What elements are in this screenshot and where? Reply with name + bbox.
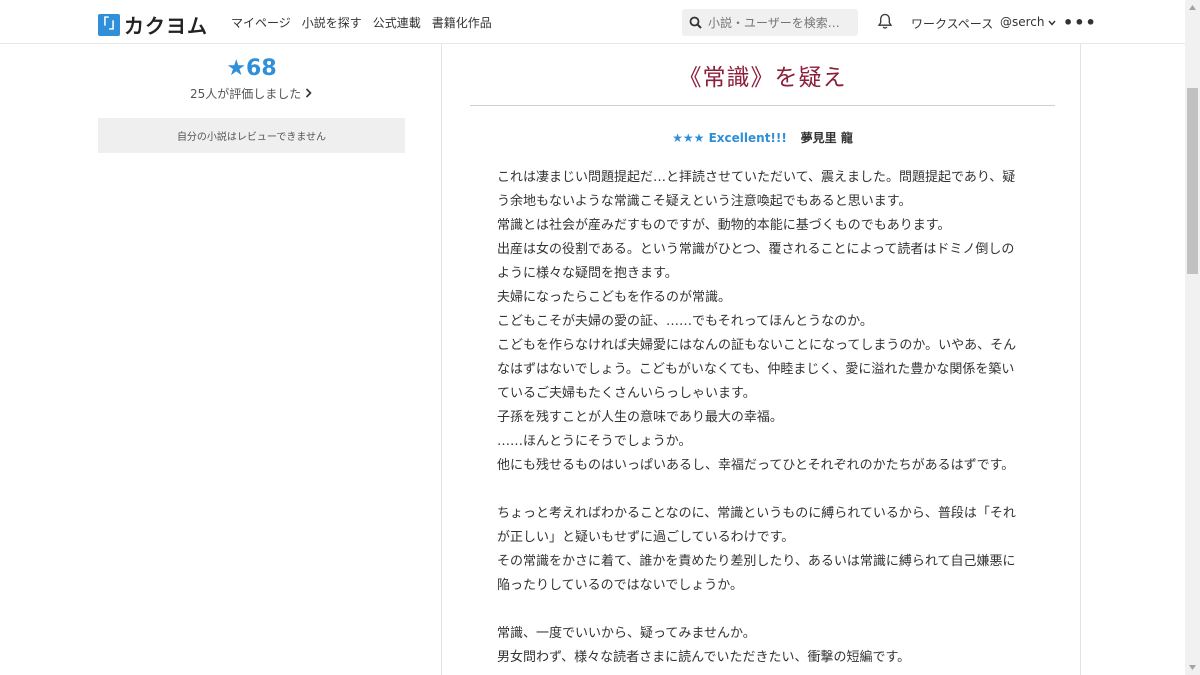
- review-line: その常識をかさに着て、誰かを責めたり差別したり、あるいは常識に縛られて自己嫌悪に: [497, 554, 1016, 569]
- review-line: ように様々な疑問を抱きます。: [497, 266, 678, 281]
- more-menu-icon[interactable]: •••: [1063, 13, 1097, 32]
- review-line: これは凄まじい問題提起だ…と拝読させていただいて、震えました。問題提起であり、疑: [497, 170, 1016, 185]
- title-divider: [470, 105, 1055, 106]
- review-title: 《常識》を疑え: [678, 65, 847, 91]
- page-scrollbar[interactable]: [1185, 0, 1200, 675]
- review-line: 男女問わず、様々な読者さまに読んでいただきたい、衝撃の短編です。: [497, 650, 911, 665]
- main-nav: マイページ 小説を探す 公式連載 書籍化作品: [231, 0, 503, 44]
- review-line: ちょっと考えればわかることなのに、常識というものに縛られているから、普段は「それ: [497, 506, 1016, 521]
- review-line: ……ほんとうにそうでしょうか。: [497, 434, 692, 449]
- review-line: 陥ったりしているのではないでしょうか。: [497, 578, 743, 593]
- site-logo[interactable]: 「」 カクヨム: [96, 10, 208, 39]
- review-author[interactable]: 夢見里 龍: [801, 131, 853, 145]
- review-line: [497, 478, 1027, 502]
- review-line: こどもこそが夫婦の愛の証、……でもそれってほんとうなのか。: [497, 314, 873, 329]
- star-rating: ★68: [226, 56, 277, 81]
- column-divider-right: [1080, 44, 1081, 675]
- username: @serch: [1000, 15, 1045, 29]
- scroll-up-arrow-icon[interactable]: [1185, 0, 1200, 15]
- review-line: 子孫を残すことが人生の意味であり最大の幸福。: [497, 410, 783, 425]
- rating-count-text: 25人が評価しました: [190, 87, 302, 101]
- nav-official-series[interactable]: 公式連載: [373, 14, 421, 31]
- chevron-down-icon: [1047, 15, 1056, 29]
- workspace-link[interactable]: ワークスペース: [911, 15, 993, 32]
- review-line: なはずはないでしょう。こどもがいなくても、仲睦まじく、愛に溢れた豊かな関係を築い: [497, 362, 1015, 377]
- nav-find-novels[interactable]: 小説を探す: [302, 14, 362, 31]
- search-input[interactable]: [708, 15, 853, 30]
- logo-text: カクヨム: [124, 14, 208, 38]
- review-line: ているご夫婦もたくさんいらっしゃいます。: [497, 386, 756, 401]
- search-box[interactable]: [682, 9, 858, 36]
- review-line: 出産は女の役割である。という常識がひとつ、覆されることによって読者はドミノ倒しの: [497, 242, 1015, 257]
- review-header: ★★★ Excellent!!! 夢見里 龍: [470, 129, 1055, 146]
- rating-count-link[interactable]: 25人が評価しました: [190, 85, 312, 102]
- scroll-down-arrow-icon[interactable]: [1185, 660, 1200, 675]
- nav-published-works[interactable]: 書籍化作品: [432, 14, 492, 31]
- review-stars: ★★★ Excellent!!!: [672, 131, 787, 145]
- user-menu[interactable]: @serch: [1000, 15, 1056, 29]
- review-disabled-notice: 自分の小説はレビューできません: [98, 118, 405, 153]
- review-line: 夫婦になったらこどもを作るのが常識。: [497, 290, 732, 305]
- review-line: 他にも残せるものはいっぱいあるし、幸福だってひとそれぞれのかたちがあるはずです。: [497, 458, 1015, 473]
- scrollbar-thumb[interactable]: [1187, 88, 1198, 274]
- column-divider-left: [441, 44, 442, 675]
- review-line: 常識、一度でいいから、疑ってみませんか。: [497, 626, 756, 641]
- nav-my-page[interactable]: マイページ: [231, 14, 291, 31]
- logo-mark: 「」: [96, 13, 122, 36]
- top-header: 「」 カクヨム マイページ 小説を探す 公式連載 書籍化作品 ワークスペース @…: [0, 0, 1185, 44]
- review-line: [497, 598, 1027, 622]
- review-line: う余地もないような常識こそ疑えという注意喚起でもあると思います。: [497, 194, 912, 209]
- search-icon: [682, 16, 708, 29]
- chevron-right-icon: [305, 87, 312, 101]
- review-line: が正しい」と疑いもせずに過ごしているわけです。: [497, 530, 795, 545]
- review-line: こどもを作らなければ夫婦愛にはなんの証もないことになってしまうのか。いやあ、そん: [497, 338, 1017, 353]
- review-body: これは凄まじい問題提起だ…と拝読させていただいて、震えました。問題提起であり、疑…: [497, 166, 1027, 670]
- review-line: 常識とは社会が産みだすものですが、動物的本能に基づくものでもあります。: [497, 218, 951, 233]
- notification-bell-icon[interactable]: [877, 13, 893, 34]
